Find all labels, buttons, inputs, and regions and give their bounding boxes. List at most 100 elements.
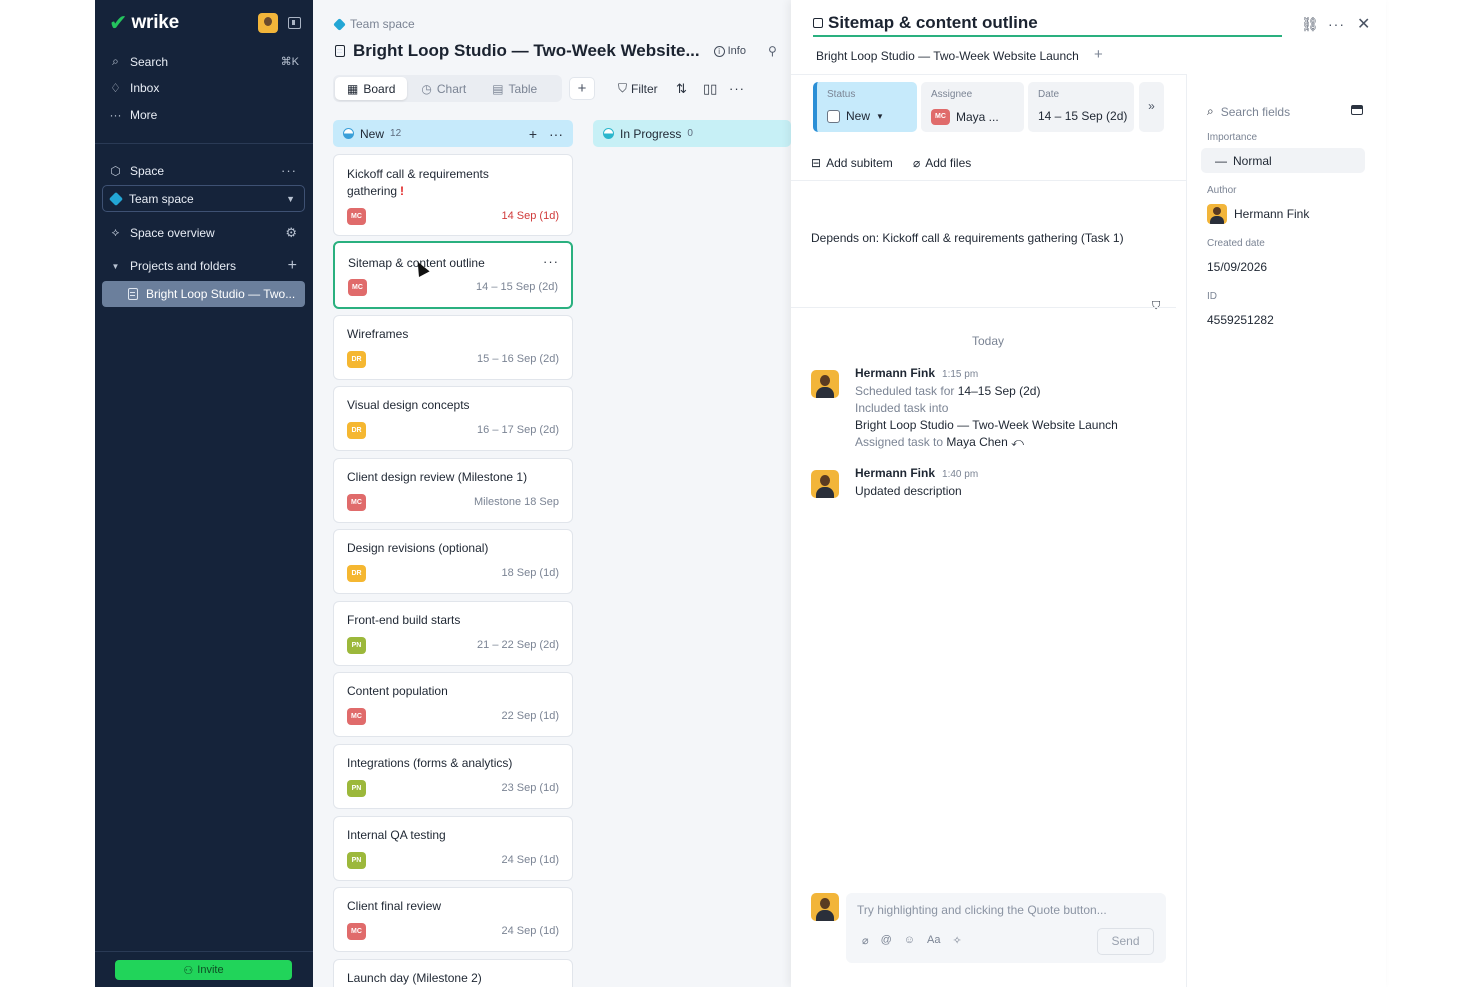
comment-input[interactable]: Try highlighting and clicking the Quote … <box>846 893 1166 963</box>
avatar[interactable] <box>811 470 839 498</box>
gear-icon[interactable]: ⚙ <box>285 225 297 241</box>
sidebar-projects-folders[interactable]: ▼ Projects and folders <box>109 259 237 273</box>
column-more-icon[interactable]: ··· <box>549 126 563 142</box>
search-fields-input[interactable]: ⌕ Search fields <box>1207 104 1290 119</box>
card-more-icon[interactable]: ··· <box>543 254 559 269</box>
status-new-icon <box>343 128 354 139</box>
add-task-icon[interactable]: + <box>529 126 537 142</box>
column-header-in-progress[interactable]: In Progress 0 <box>593 120 791 147</box>
task-card[interactable]: Front-end build starts PN 21 – 22 Sep (2… <box>333 601 573 666</box>
field-layout-icon[interactable] <box>1351 105 1363 115</box>
assignee-badge: MC <box>347 494 366 511</box>
activity-author[interactable]: Hermann Fink <box>855 366 935 380</box>
activity-time: 1:15 pm <box>942 369 979 380</box>
sidebar: ✔ wrike ⌕ Search ⌘K ♢ Inbox ··· More ⬡ S… <box>95 0 313 987</box>
sidebar-more-label: More <box>130 108 158 122</box>
status-field[interactable]: Status New ▼ <box>813 82 917 132</box>
tab-table-label: Table <box>508 81 538 96</box>
sort-icon[interactable]: ⇅ <box>676 81 687 97</box>
avatar[interactable] <box>811 370 839 398</box>
task-project-tag[interactable]: Bright Loop Studio — Two-Week Website La… <box>816 49 1079 63</box>
paperclip-icon[interactable]: ⌀ <box>862 934 869 947</box>
task-card-selected[interactable]: Sitemap & content outline ··· MC 14 – 15… <box>333 241 573 309</box>
mention-icon[interactable]: @ <box>881 934 892 947</box>
avatar <box>811 893 839 921</box>
author-value[interactable]: Hermann Fink <box>1207 204 1309 224</box>
add-subitem-button[interactable]: ⊟ Add subitem <box>811 156 893 170</box>
overview-icon: ⟡ <box>111 225 120 239</box>
task-card[interactable]: Internal QA testing PN 24 Sep (1d) <box>333 816 573 881</box>
wrike-logo[interactable]: ✔ wrike <box>109 12 179 34</box>
add-project-icon[interactable]: + <box>288 257 297 275</box>
avatar <box>1207 204 1227 224</box>
text-format-icon[interactable]: Aa <box>927 934 940 947</box>
user-avatar[interactable] <box>258 13 278 33</box>
task-card[interactable]: Integrations (forms & analytics) PN 23 S… <box>333 744 573 809</box>
activity-author[interactable]: Hermann Fink <box>855 466 935 480</box>
sidebar-item-active-project[interactable]: Bright Loop Studio — Two... <box>102 281 305 307</box>
status-in-progress-icon <box>603 128 614 139</box>
task-description[interactable]: Depends on: Kickoff call & requirements … <box>811 231 1124 245</box>
tab-board[interactable]: ▦ Board <box>335 77 408 100</box>
importance-field[interactable]: — Normal <box>1201 148 1365 173</box>
task-card[interactable]: Content population MC 22 Sep (1d) <box>333 672 573 737</box>
task-card[interactable]: Launch day (Milestone 2) <box>333 959 573 987</box>
tab-table[interactable]: ▤ Table <box>480 77 549 100</box>
add-view-button[interactable]: + <box>569 77 595 100</box>
space-more-icon[interactable]: ··· <box>281 163 297 178</box>
board-area: Team space Bright Loop Studio — Two-Week… <box>313 0 791 987</box>
sidebar-space-overview[interactable]: ⟡ Space overview <box>109 225 215 240</box>
expand-fields-icon[interactable]: » <box>1139 82 1164 132</box>
info-button[interactable]: i Info <box>713 45 746 57</box>
card-title: Launch day (Milestone 2) <box>347 971 482 985</box>
date-field[interactable]: Date 14 – 15 Sep (2d) <box>1028 82 1134 132</box>
task-checkbox[interactable] <box>813 18 823 28</box>
filter-button[interactable]: ⛉ Filter <box>618 81 658 96</box>
invite-button[interactable]: ⚇ Invite <box>115 960 292 980</box>
task-title[interactable]: Sitemap & content outline <box>828 13 1038 33</box>
task-card[interactable]: Client final review MC 24 Sep (1d) <box>333 887 573 952</box>
add-project-icon[interactable]: + <box>1094 46 1103 63</box>
sidebar-inbox[interactable]: ♢ Inbox <box>109 81 159 95</box>
team-space-select[interactable]: Team space ▼ <box>102 185 305 212</box>
task-card[interactable]: Kickoff call & requirements gathering! M… <box>333 154 573 236</box>
more-dots-icon[interactable]: ··· <box>729 81 745 96</box>
column-header-new[interactable]: New 12 + ··· <box>333 120 573 147</box>
task-card[interactable]: Client design review (Milestone 1) MC Mi… <box>333 458 573 523</box>
link-icon[interactable]: ⛓ <box>1301 16 1319 33</box>
more-dots-icon[interactable]: ··· <box>1328 16 1345 32</box>
comment-toolbar: ⌀ @ ☺ Aa ✧ <box>862 934 962 947</box>
activity-line: Assigned task to Maya Chen ⤺ <box>855 435 1024 449</box>
page-title[interactable]: Bright Loop Studio — Two-Week Website... <box>353 41 700 61</box>
project-doc-icon <box>335 45 345 57</box>
task-card[interactable]: Design revisions (optional) DR 18 Sep (1… <box>333 529 573 594</box>
paperclip-icon: ⌀ <box>913 156 921 170</box>
assignee-field[interactable]: Assignee MC Maya ... <box>921 82 1024 132</box>
breadcrumb[interactable]: Team space <box>333 17 415 31</box>
assignee-badge: MC <box>347 708 366 725</box>
ai-sparkle-icon[interactable]: ✧ <box>953 934 962 947</box>
cube-icon: ⬡ <box>110 164 121 178</box>
tab-chart[interactable]: ◷ Chart <box>409 77 478 100</box>
sidebar-search[interactable]: ⌕ Search <box>109 54 299 69</box>
sidebar-space-label: Space <box>130 164 165 178</box>
undo-icon[interactable]: ⤺ <box>1011 435 1024 449</box>
search-icon: ⌕ <box>112 54 119 68</box>
author-label: Author <box>1207 185 1237 196</box>
logo-text: wrike <box>131 12 180 33</box>
columns-icon[interactable]: ▯▯ <box>703 81 717 97</box>
task-card[interactable]: Visual design concepts DR 16 – 17 Sep (2… <box>333 386 573 451</box>
task-card[interactable]: Wireframes DR 15 – 16 Sep (2d) <box>333 315 573 380</box>
sidebar-more[interactable]: ··· More <box>109 108 158 122</box>
activity-project-link[interactable]: Bright Loop Studio — Two-Week Website La… <box>855 418 1118 432</box>
chart-icon: ◷ <box>421 81 432 96</box>
add-files-button[interactable]: ⌀ Add files <box>913 156 971 170</box>
collapse-sidebar-icon[interactable] <box>288 17 301 29</box>
id-value[interactable]: 4559251282 <box>1207 313 1274 327</box>
send-button[interactable]: Send <box>1097 928 1154 955</box>
pin-icon[interactable]: ⚲ <box>768 44 777 58</box>
sidebar-space[interactable]: ⬡ Space <box>109 164 164 178</box>
close-icon[interactable]: ✕ <box>1357 14 1370 34</box>
emoji-icon[interactable]: ☺ <box>904 934 915 947</box>
activity-header: Hermann Fink 1:40 pm <box>855 466 978 480</box>
